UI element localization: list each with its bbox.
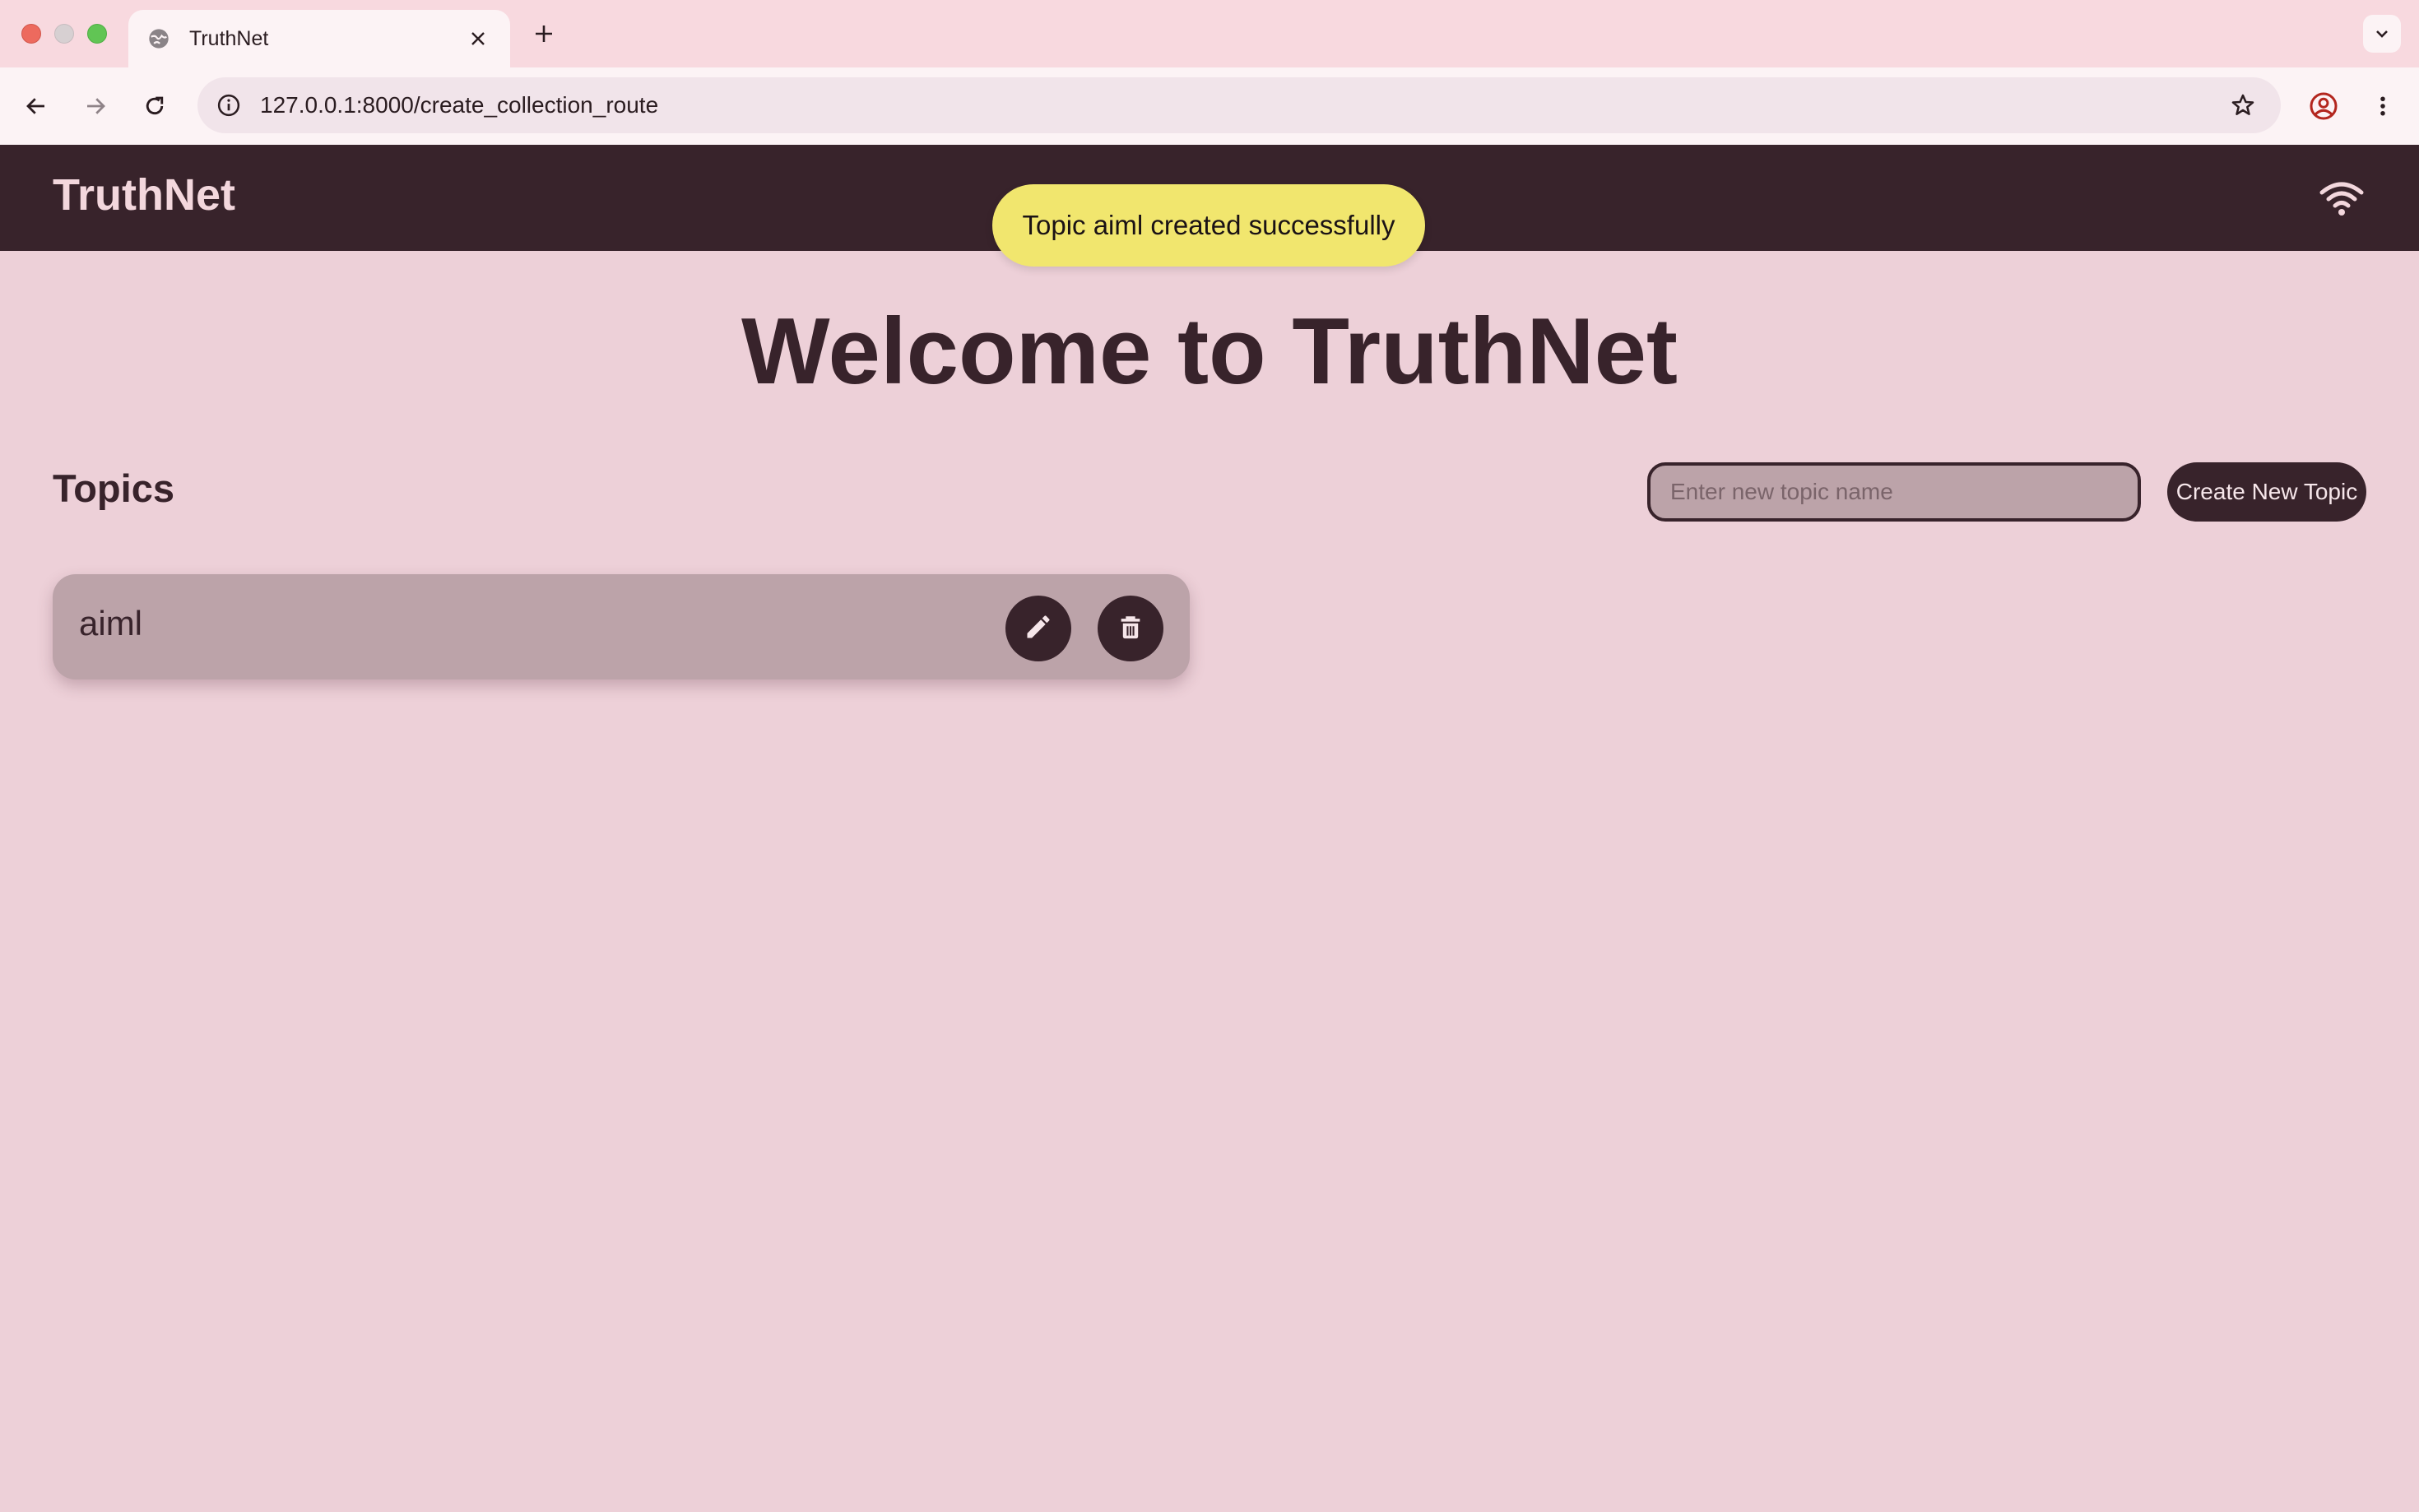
reload-icon[interactable] (135, 86, 174, 126)
window-minimize-button[interactable] (54, 24, 74, 44)
site-info-icon[interactable] (212, 89, 245, 122)
browser-toolbar: 127.0.0.1:8000/create_collection_route (0, 67, 2419, 145)
success-toast: Topic aiml created successfully (992, 184, 1425, 267)
new-topic-input[interactable] (1647, 462, 2141, 522)
wifi-icon (2319, 179, 2365, 217)
browser-tab[interactable]: TruthNet (128, 10, 510, 67)
back-arrow-icon[interactable] (16, 86, 56, 126)
url-text[interactable]: 127.0.0.1:8000/create_collection_route (260, 92, 2225, 118)
topic-name[interactable]: aiml (79, 604, 142, 643)
topics-heading: Topics (53, 466, 174, 510)
edit-topic-button[interactable] (1005, 596, 1071, 661)
window-maximize-button[interactable] (87, 24, 107, 44)
window-close-button[interactable] (21, 24, 41, 44)
bookmark-star-icon[interactable] (2225, 87, 2261, 123)
brand-title[interactable]: TruthNet (53, 169, 235, 220)
tab-title: TruthNet (189, 26, 269, 50)
create-topic-button[interactable]: Create New Topic (2167, 462, 2366, 522)
browser-tab-strip: TruthNet (0, 0, 2419, 67)
new-tab-icon[interactable] (527, 16, 561, 51)
forward-arrow-icon[interactable] (76, 86, 115, 126)
globe-icon (146, 26, 171, 51)
more-options-icon[interactable] (2363, 86, 2403, 126)
trash-icon (1117, 613, 1144, 645)
address-bar[interactable]: 127.0.0.1:8000/create_collection_route (197, 77, 2281, 133)
topic-card[interactable]: aiml (53, 574, 1190, 679)
pencil-icon (1024, 612, 1053, 646)
delete-topic-button[interactable] (1098, 596, 1163, 661)
profile-avatar-icon[interactable] (2304, 86, 2343, 126)
page-title: Welcome to TruthNet (741, 299, 1678, 404)
tab-search-chevron-icon[interactable] (2363, 15, 2401, 53)
close-tab-icon[interactable] (464, 25, 492, 53)
